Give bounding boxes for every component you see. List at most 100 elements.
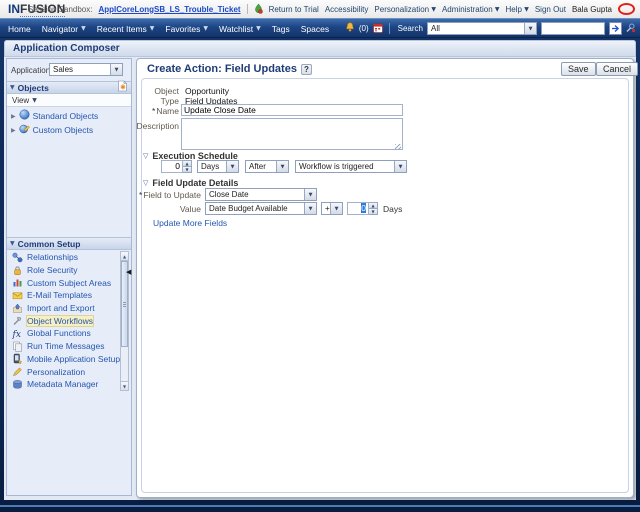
pages-icon <box>12 341 23 352</box>
spin-up-icon[interactable]: ▲ <box>369 202 378 209</box>
logo-text-in: IN <box>8 2 20 16</box>
sidebar-item-role-security[interactable]: Role Security <box>7 264 119 277</box>
current-user-name: Bala Gupta <box>572 5 612 14</box>
caret-down-icon: ▼ <box>431 6 436 13</box>
sidebar-item-object-workflows[interactable]: Object Workflows <box>7 314 119 327</box>
lock-icon <box>12 265 23 276</box>
spin-down-icon[interactable]: ▼ <box>369 209 378 215</box>
tree-item-custom-objects[interactable]: ▶ Custom Objects <box>7 123 131 137</box>
scroll-up-arrow[interactable]: ▲ <box>121 252 128 261</box>
objects-panel-title: Objects <box>18 83 114 93</box>
chevron-down-icon: ▼ <box>304 189 316 200</box>
panel-collapse-arrow-icon[interactable]: ◀ <box>126 268 131 276</box>
save-button[interactable]: Save <box>561 62 596 76</box>
accessibility-link[interactable]: Accessibility <box>325 5 369 14</box>
main-panel: Create Action: Field Updates ? Save Canc… <box>136 58 634 498</box>
objects-view-menu[interactable]: View▼ <box>7 94 131 107</box>
sidebar-item-import-and-export[interactable]: Import and Export <box>7 302 119 315</box>
sidebar-item-global-functions[interactable]: fx Global Functions <box>7 327 119 340</box>
cancel-button[interactable]: Cancel <box>596 62 638 76</box>
nav-favorites[interactable]: Favorites▼ <box>165 24 208 34</box>
name-input[interactable] <box>181 104 403 116</box>
amount-spinner[interactable]: 0▲▼ <box>347 202 378 215</box>
search-input[interactable] <box>541 22 605 35</box>
nav-watchlist[interactable]: Watchlist▼ <box>219 24 261 34</box>
operator-select[interactable]: +▼ <box>321 202 343 215</box>
divider <box>247 4 248 14</box>
oracle-logo-icon <box>618 3 635 15</box>
sidebar-item-personalization[interactable]: Personalization <box>7 365 119 378</box>
search-label: Search <box>398 24 423 33</box>
nav-tags[interactable]: Tags <box>272 24 290 34</box>
common-setup-panel-header[interactable]: ▼ Common Setup <box>7 237 131 250</box>
collapse-icon[interactable]: ▼ <box>10 240 15 247</box>
expand-arrow-icon[interactable]: ▶ <box>11 113 16 120</box>
caret-down-icon: ▼ <box>32 97 37 104</box>
envelope-icon <box>12 290 23 301</box>
update-more-fields-link[interactable]: Update More Fields <box>153 218 227 228</box>
sidebar-item-run-time-messages[interactable]: Run Time Messages <box>7 340 119 353</box>
caret-down-icon: ▼ <box>495 6 500 13</box>
scroll-down-arrow[interactable]: ▼ <box>121 381 128 390</box>
search-scope-select[interactable]: All▼ <box>427 22 537 35</box>
field-to-update-select[interactable]: Close Date▼ <box>205 188 317 201</box>
trigger-event-select[interactable]: Workflow is triggered▼ <box>295 160 407 173</box>
description-textarea[interactable] <box>181 118 403 150</box>
objects-panel-header[interactable]: ▼ Objects ✱ <box>7 81 131 94</box>
nav-recent-items[interactable]: Recent Items▼ <box>97 24 155 34</box>
chevron-down-icon: ▼ <box>276 161 288 172</box>
required-marker: * <box>139 190 142 200</box>
nav-spaces[interactable]: Spaces <box>301 24 329 34</box>
sidebar-item-mobile-application-setup[interactable]: Mobile Application Setup <box>7 353 119 366</box>
nav-navigator[interactable]: Navigator▼ <box>42 24 86 34</box>
workspace: Application Composer Application Sales▼ … <box>4 40 636 500</box>
interval-unit-select[interactable]: Days▼ <box>197 160 239 173</box>
pencil-icon <box>12 366 23 377</box>
application-select[interactable]: Sales▼ <box>49 63 123 76</box>
chevron-down-icon: ▼ <box>226 161 238 172</box>
spin-down-icon[interactable]: ▼ <box>183 167 192 173</box>
advanced-search-icon[interactable] <box>626 20 635 38</box>
expand-arrow-icon[interactable]: ▶ <box>11 127 16 134</box>
section-collapse-icon[interactable]: ▽ <box>143 179 148 187</box>
nav-home[interactable]: Home <box>8 24 31 34</box>
sidebar-item-email-templates[interactable]: E-Mail Templates <box>7 289 119 302</box>
sidebar-item-relationships[interactable]: Relationships <box>7 251 119 264</box>
sidebar-item-custom-subject-areas[interactable]: Custom Subject Areas <box>7 276 119 289</box>
required-marker: * <box>152 106 155 116</box>
interval-spinner[interactable]: 0▲▼ <box>161 160 192 173</box>
chevron-down-icon: ▼ <box>304 203 316 214</box>
chevron-down-icon: ▼ <box>330 203 342 214</box>
application-label: Application <box>11 66 50 75</box>
notifications-bell-icon[interactable] <box>345 20 355 38</box>
sidebar-item-metadata-manager[interactable]: Metadata Manager <box>7 378 119 391</box>
return-to-trial-link[interactable]: Return to Trial <box>269 5 319 14</box>
window-bottom-edge <box>0 505 640 507</box>
sign-out-link[interactable]: Sign Out <box>535 5 566 14</box>
before-after-select[interactable]: After▼ <box>245 160 289 173</box>
personalization-menu[interactable]: Personalization ▼ <box>374 5 436 14</box>
field-to-update-label: *Field to Update <box>137 190 201 200</box>
value-source-select[interactable]: Date Budget Available▼ <box>205 202 317 215</box>
resize-grip-icon[interactable] <box>395 144 401 150</box>
caret-down-icon: ▼ <box>203 25 208 32</box>
help-icon[interactable]: ? <box>301 64 312 75</box>
type-label: Type <box>141 96 179 106</box>
field-update-details-section-header[interactable]: ▽ Field Update Details <box>143 178 238 188</box>
section-collapse-icon[interactable]: ▽ <box>143 152 148 160</box>
amount-unit-label: Days <box>383 204 402 214</box>
spin-up-icon[interactable]: ▲ <box>183 160 192 167</box>
session-sandbox-link[interactable]: ApplCoreLongSB_LS_Trouble_Ticket <box>98 5 240 14</box>
administration-menu[interactable]: Administration ▼ <box>442 5 500 14</box>
caret-down-icon: ▼ <box>150 25 155 32</box>
sidebar: Application Sales▼ ▼ Objects ✱ View▼ ▶ S… <box>6 58 132 496</box>
database-icon <box>12 379 23 390</box>
search-go-button[interactable] <box>609 22 622 35</box>
collapse-icon[interactable]: ▼ <box>10 84 15 91</box>
caret-down-icon: ▼ <box>81 25 86 32</box>
common-setup-list: Relationships Role Security Custom Subje… <box>7 251 119 391</box>
value-label: Value <box>137 204 201 214</box>
help-menu[interactable]: Help ▼ <box>506 5 529 14</box>
notification-count: (0) <box>359 24 369 33</box>
calendar-icon[interactable] <box>373 20 383 38</box>
